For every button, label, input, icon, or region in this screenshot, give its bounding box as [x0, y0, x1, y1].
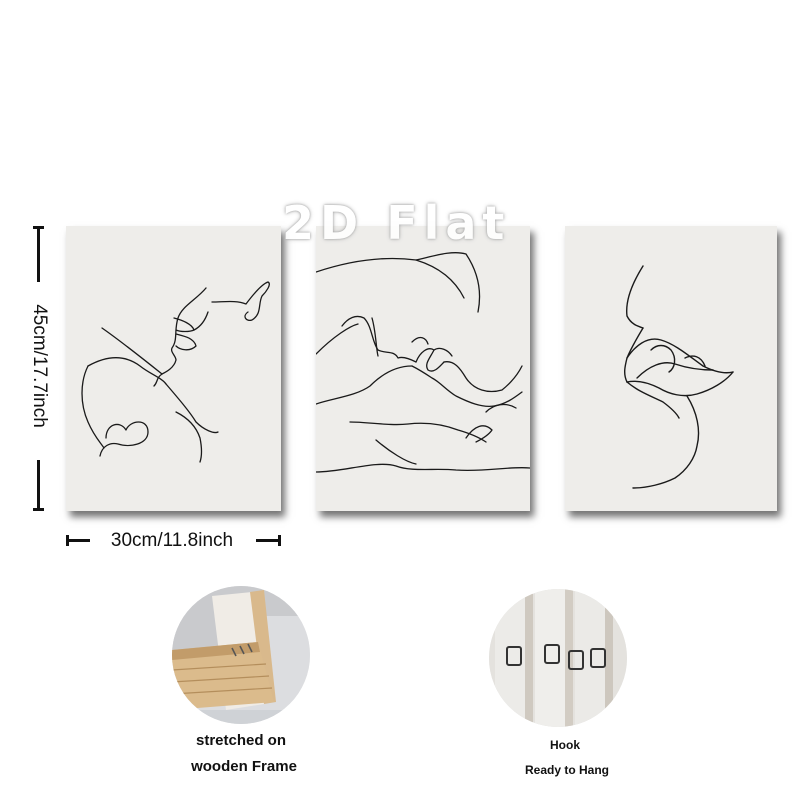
panel-left [66, 226, 281, 511]
hook-caption-line2: Ready to Hang [524, 763, 610, 777]
watermark-text: 2D Flat [282, 196, 511, 250]
panel-right [565, 226, 777, 511]
height-dimension-label: 45cm/17.7inch [28, 302, 50, 430]
line-art-lips-close-up [624, 265, 734, 489]
frame-caption-line1: stretched on [195, 732, 287, 749]
line-art-couple-embrace [316, 252, 530, 473]
width-dimension-line-left [66, 539, 90, 542]
width-dimension-line-right [256, 539, 280, 542]
frame-caption-line2: wooden Frame [191, 758, 297, 775]
hook-caption-line1: Hook [550, 738, 580, 752]
width-dimension-right-cap [278, 535, 281, 546]
hanging-hook-photo [489, 589, 627, 727]
width-dimension-label: 30cm/11.8inch [110, 530, 234, 551]
panel-center [316, 226, 530, 511]
height-dimension-line-bottom [37, 460, 40, 510]
height-dimension-bottom-cap [33, 508, 44, 511]
line-art-kiss-profile-with-heart [81, 281, 270, 463]
height-dimension-line-top [37, 226, 40, 282]
wooden-frame-corner-photo [172, 586, 310, 724]
